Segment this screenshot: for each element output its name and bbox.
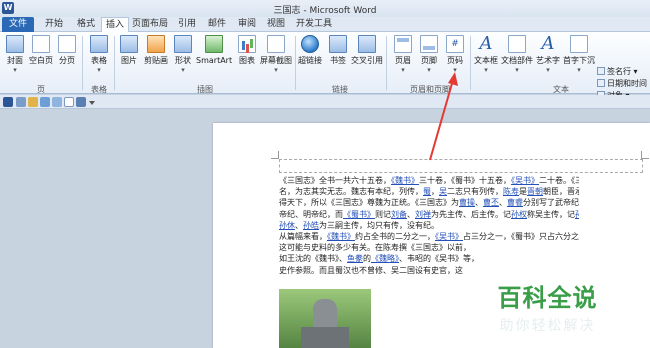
arrow-head bbox=[448, 72, 458, 86]
watermark-subtitle: 助你轻松解决 bbox=[499, 318, 596, 334]
watermark: 百科全说 助你轻松解决 bbox=[460, 278, 635, 338]
arrow-shaft bbox=[429, 79, 454, 161]
watermark-title: 百科全说 bbox=[497, 284, 598, 312]
